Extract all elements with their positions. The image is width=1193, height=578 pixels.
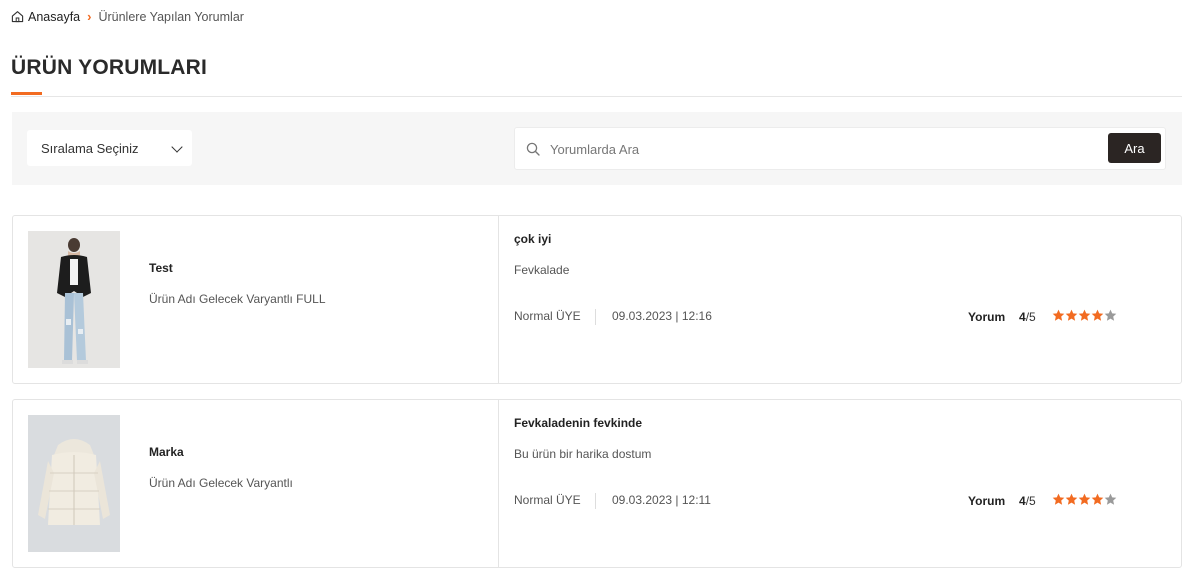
breadcrumb-home-link[interactable]: Anasayfa xyxy=(28,10,80,24)
star-filled-icon xyxy=(1091,309,1104,321)
product-brand: Test xyxy=(149,261,173,275)
review-title: Fevkaladenin fevkinde xyxy=(514,416,643,430)
rating-score: 4/5 xyxy=(1019,494,1036,508)
star-rating xyxy=(1052,493,1117,506)
title-divider xyxy=(11,96,1182,97)
sort-select-label: Sıralama Seçiniz xyxy=(41,140,139,156)
rating-label: Yorum xyxy=(968,310,1006,324)
chevron-right-icon: › xyxy=(87,9,92,24)
review-body: Bu ürün bir harika dostum xyxy=(514,447,652,461)
review-body: Fevkalade xyxy=(514,263,570,277)
star-rating xyxy=(1052,309,1117,322)
search-box: Ara xyxy=(514,127,1166,170)
star-filled-icon xyxy=(1078,309,1091,321)
card-divider xyxy=(498,400,499,567)
search-button[interactable]: Ara xyxy=(1108,133,1161,163)
review-date: 09.03.2023 | 12:16 xyxy=(612,309,712,323)
sort-select[interactable]: Sıralama Seçiniz xyxy=(27,130,192,166)
home-icon[interactable] xyxy=(11,10,24,23)
search-icon xyxy=(526,142,540,156)
star-filled-icon xyxy=(1065,493,1078,505)
star-filled-icon xyxy=(1065,309,1078,321)
card-divider xyxy=(498,216,499,383)
search-input[interactable] xyxy=(550,137,1090,161)
star-filled-icon xyxy=(1052,493,1065,505)
star-filled-icon xyxy=(1052,309,1065,321)
review-card: Marka Ürün Adı Gelecek Varyantlı Fevkala… xyxy=(12,399,1182,568)
product-name[interactable]: Ürün Adı Gelecek Varyantlı FULL xyxy=(149,292,326,306)
review-title: çok iyi xyxy=(514,232,552,246)
member-type: Normal ÜYE xyxy=(514,309,596,325)
rating-value: 4 xyxy=(1019,310,1026,324)
chevron-down-icon xyxy=(171,141,183,153)
rating-max: /5 xyxy=(1025,494,1036,508)
product-brand: Marka xyxy=(149,445,184,459)
rating-score: 4/5 xyxy=(1019,310,1036,324)
rating-value: 4 xyxy=(1019,494,1026,508)
filter-bar: Sıralama Seçiniz Ara xyxy=(12,112,1182,185)
product-image[interactable] xyxy=(28,415,120,552)
page-title: ÜRÜN YORUMLARI xyxy=(11,56,208,79)
star-empty-icon xyxy=(1104,309,1117,321)
rating-label: Yorum xyxy=(968,494,1006,508)
member-type: Normal ÜYE xyxy=(514,493,596,509)
title-accent-underline xyxy=(11,92,42,95)
star-empty-icon xyxy=(1104,493,1117,505)
review-date: 09.03.2023 | 12:11 xyxy=(612,493,711,507)
star-filled-icon xyxy=(1091,493,1104,505)
review-card: Test Ürün Adı Gelecek Varyantlı FULL çok… xyxy=(12,215,1182,384)
breadcrumb-current: Ürünlere Yapılan Yorumlar xyxy=(98,9,244,24)
breadcrumb: Anasayfa › Ürünlere Yapılan Yorumlar xyxy=(11,9,244,24)
star-filled-icon xyxy=(1078,493,1091,505)
product-name[interactable]: Ürün Adı Gelecek Varyantlı xyxy=(149,476,293,490)
rating-max: /5 xyxy=(1025,310,1036,324)
product-image[interactable] xyxy=(28,231,120,368)
